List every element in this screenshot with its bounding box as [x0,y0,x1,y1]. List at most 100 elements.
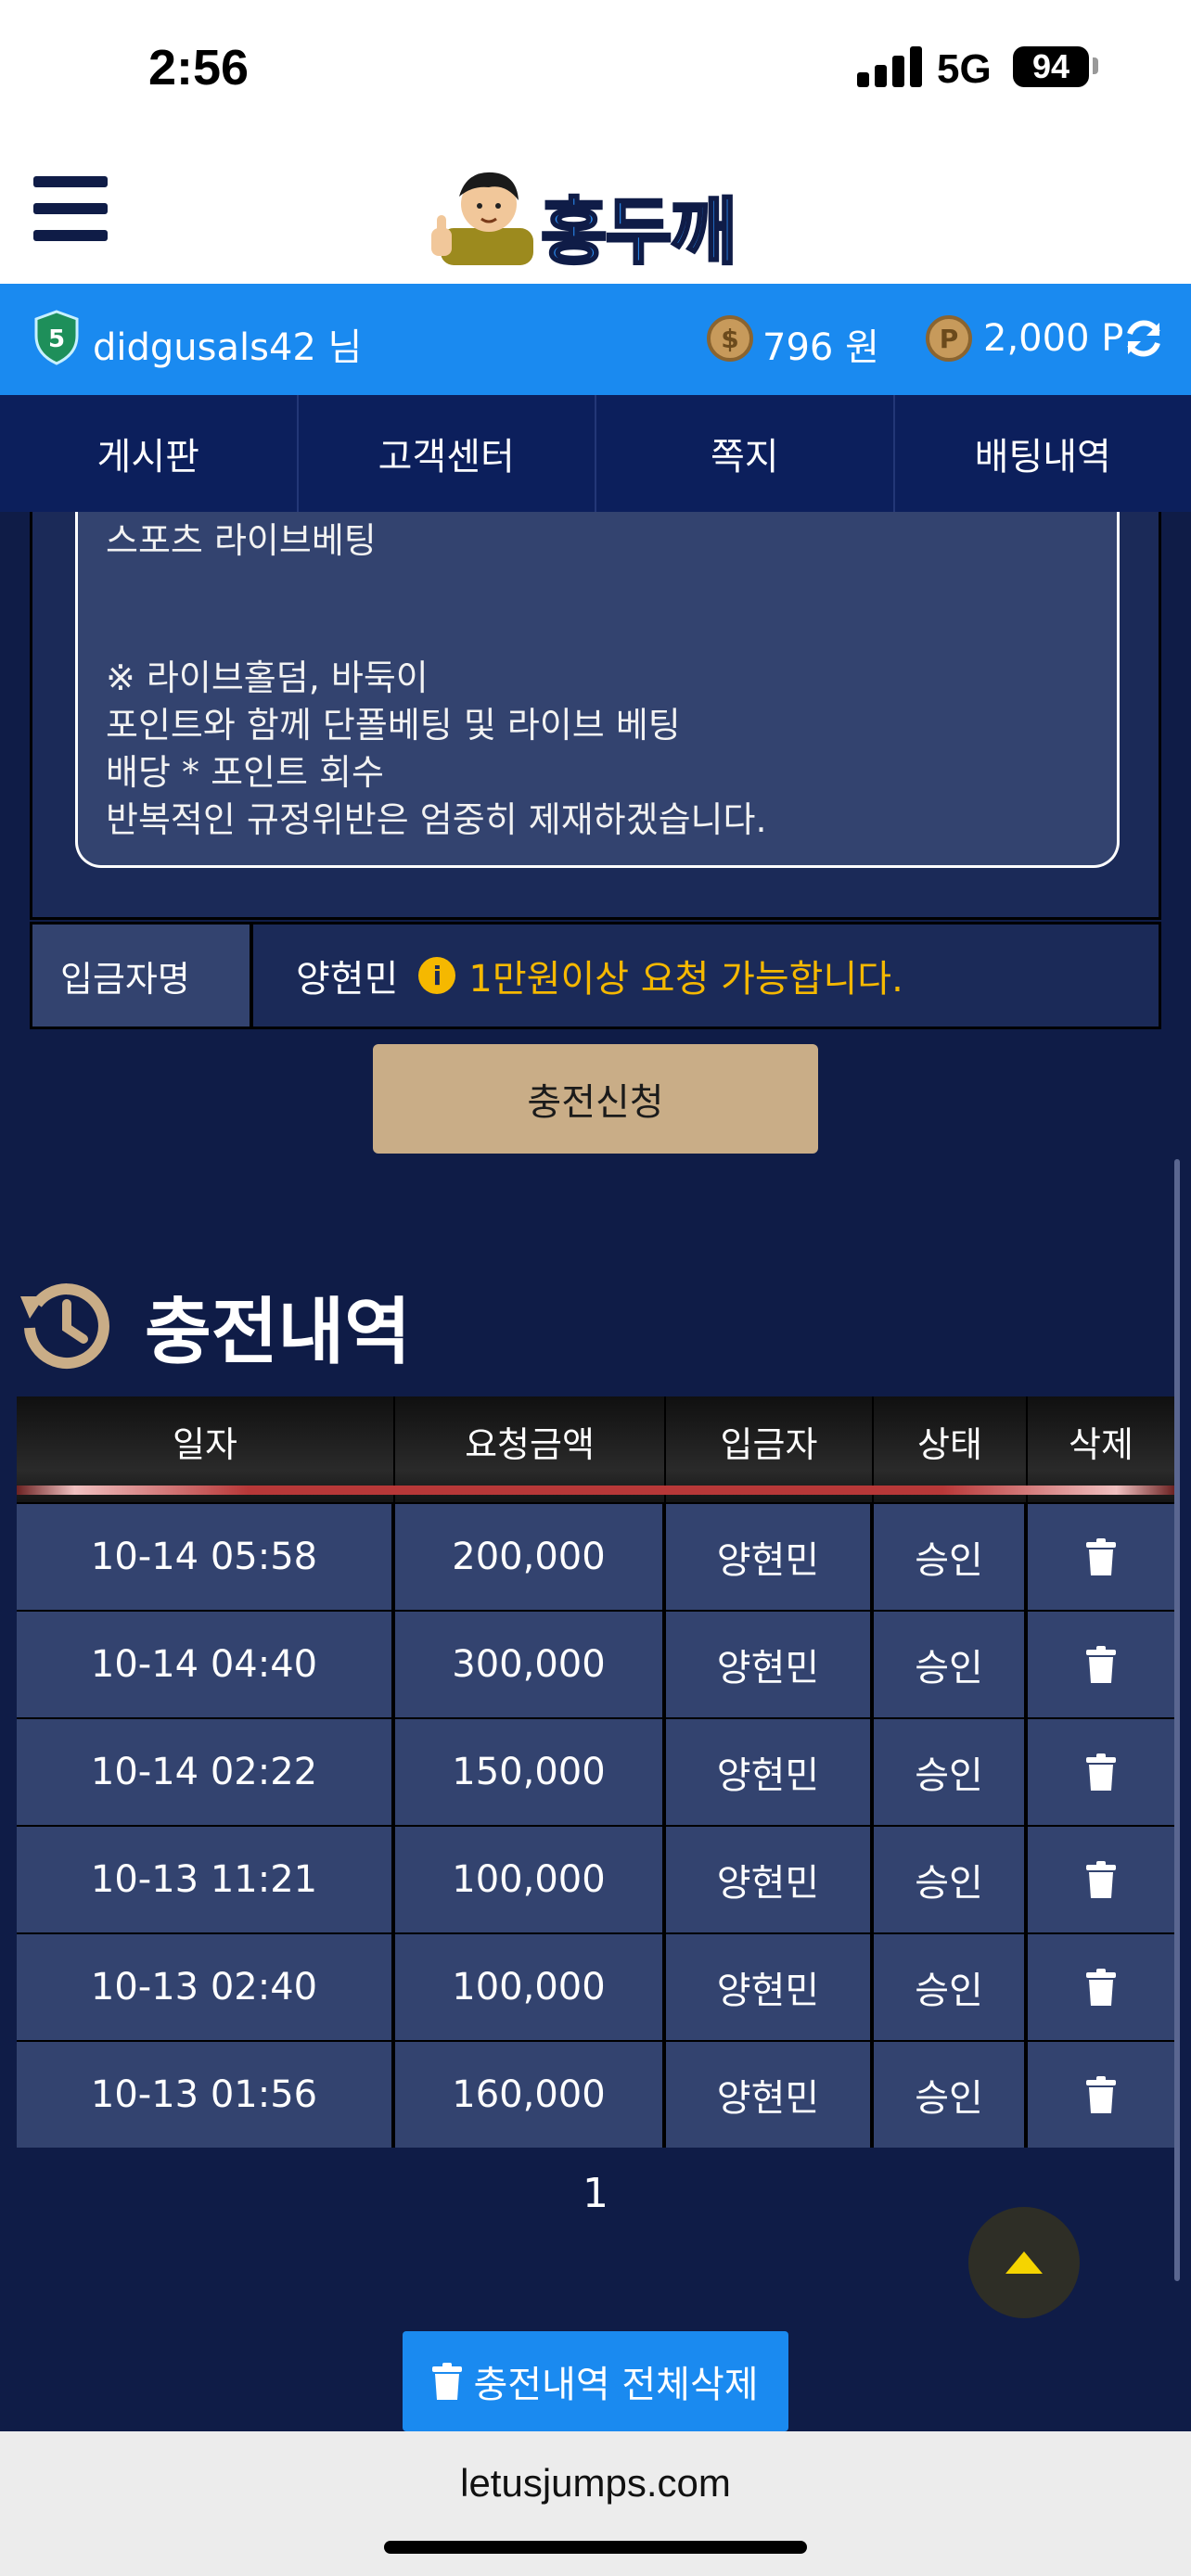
column-header-depositor: 입금자 [666,1396,874,1502]
cell-date: 10-14 05:58 [17,1504,395,1610]
history-title: 충전내역 [145,1291,412,1374]
url-bar[interactable]: letusjumps.com [0,2461,1191,2506]
trash-icon [1086,2076,1116,2113]
delete-row-button[interactable] [1028,1719,1174,1825]
table-row: 10-14 02:22 150,000 양현민 승인 [17,1717,1174,1825]
cell-date: 10-13 01:56 [17,2042,395,2148]
nav-customer-center[interactable]: 고객센터 [299,395,596,512]
battery-icon: 94 [1013,46,1089,87]
main-nav: 게시판 고객센터 쪽지 배팅내역 [0,395,1191,512]
caret-up-icon [1005,2251,1043,2274]
depositor-value: 양현민 i 1만원이상 요청 가능합니다. [253,925,1159,1027]
cell-status: 승인 [874,1504,1028,1610]
notice-box[interactable]: 스포츠 라이브베팅 ※ 라이브홀덤, 바둑이 포인트와 함께 단폴베팅 및 라이… [75,512,1120,868]
cell-amount: 150,000 [395,1719,666,1825]
delete-all-label: 충전내역 전체삭제 [473,2364,759,2406]
cell-status: 승인 [874,1827,1028,1932]
notice-panel: 스포츠 라이브베팅 ※ 라이브홀덤, 바둑이 포인트와 함께 단폴베팅 및 라이… [30,512,1161,920]
cell-depositor: 양현민 [666,1719,874,1825]
money-coin-icon: $ [707,315,753,362]
column-header-status: 상태 [874,1396,1028,1502]
point-coin-icon: P [926,315,972,362]
nav-betting-history[interactable]: 배팅내역 [895,395,1191,512]
delete-row-button[interactable] [1028,1934,1174,2040]
depositor-name: 양현민 [296,958,399,1001]
trash-icon [1086,1538,1116,1575]
table-row: 10-14 04:40 300,000 양현민 승인 [17,1610,1174,1717]
pagination-page-1[interactable]: 1 [575,2170,616,2217]
nav-board[interactable]: 게시판 [0,395,299,512]
charge-history-table: 일자 요청금액 입금자 상태 삭제 10-14 05:58 200,000 양현민 승… [17,1396,1174,2148]
network-label: 5G [937,46,992,92]
column-header-delete: 삭제 [1069,1423,1133,1465]
delete-row-button[interactable] [1028,1827,1174,1932]
table-header: 일자 요청금액 입금자 상태 삭제 [17,1396,1174,1502]
cell-depositor: 양현민 [666,1612,874,1717]
delete-all-history-button[interactable]: 충전내역 전체삭제 [403,2331,788,2431]
cell-date: 10-13 11:21 [17,1827,395,1932]
charge-request-button[interactable]: 충전신청 [373,1044,818,1154]
cell-depositor: 양현민 [666,1934,874,2040]
notice-line: 배당 * 포인트 회수 [106,752,384,793]
delete-row-button[interactable] [1028,1504,1174,1610]
cell-date: 10-13 02:40 [17,1934,395,2040]
site-logo[interactable]: 홍두깨 [431,158,765,276]
notice-line: 반복적인 규정위반은 엄중히 제재하겠습니다. [106,799,767,840]
svg-text:5: 5 [48,325,65,353]
table-row: 10-13 02:40 100,000 양현민 승인 [17,1932,1174,2040]
trash-icon [432,2363,463,2400]
cell-depositor: 양현민 [666,1504,874,1610]
level-shield-icon: 5 [34,310,79,365]
cell-amount: 100,000 [395,1934,666,2040]
deposit-warning: 1만원이상 요청 가능합니다. [468,958,903,1001]
depositor-row: 입금자명 양현민 i 1만원이상 요청 가능합니다. [30,922,1161,1029]
cell-date: 10-14 04:40 [17,1612,395,1717]
history-icon [20,1283,109,1370]
cell-depositor: 양현민 [666,2042,874,2148]
hamburger-menu-icon[interactable] [33,176,108,241]
notice-line: 스포츠 라이브베팅 [106,520,377,561]
delete-row-button[interactable] [1028,1612,1174,1717]
notice-line: 포인트와 함께 단폴베팅 및 라이브 베팅 [106,705,681,746]
page-scrollbar[interactable] [1174,1159,1180,2281]
username: didgusals42 님 [93,326,363,369]
cell-status: 승인 [874,1719,1028,1825]
cell-date: 10-14 02:22 [17,1719,395,1825]
battery-tip [1093,57,1098,74]
table-row: 10-13 01:56 160,000 양현민 승인 [17,2040,1174,2148]
scroll-to-top-button[interactable] [968,2207,1080,2318]
point-balance: 2,000 P [983,317,1124,360]
browser-bottom-bar: letusjumps.com [0,2431,1191,2576]
status-bar: 2:56 5G 94 [0,0,1191,139]
nav-messages[interactable]: 쪽지 [596,395,895,512]
table-row: 10-14 05:58 200,000 양현민 승인 [17,1502,1174,1610]
trash-icon [1086,1969,1116,2006]
delete-row-button[interactable] [1028,2042,1174,2148]
column-header-amount: 요청금액 [395,1396,666,1502]
info-icon: i [418,957,456,994]
mascot-icon [431,172,533,265]
cell-status: 승인 [874,1934,1028,2040]
cell-amount: 160,000 [395,2042,666,2148]
status-time: 2:56 [148,40,250,96]
site-header: 홍두깨 [0,139,1191,284]
cell-status: 승인 [874,1612,1028,1717]
notice-line: ※ 라이브홀덤, 바둑이 [106,657,429,698]
logo-text: 홍두깨 [539,190,737,276]
refresh-icon[interactable] [1122,317,1165,360]
trash-icon [1086,1753,1116,1791]
signal-icon [857,46,922,87]
user-info-bar: 5 didgusals42 님 $ 796 원 P 2,000 P [0,284,1191,395]
money-balance: 796 원 [762,326,879,369]
table-row: 10-13 11:21 100,000 양현민 승인 [17,1825,1174,1932]
home-indicator[interactable] [384,2541,807,2554]
cell-status: 승인 [874,2042,1028,2148]
column-header-date: 일자 [17,1396,395,1502]
cell-amount: 200,000 [395,1504,666,1610]
cell-amount: 300,000 [395,1612,666,1717]
cell-amount: 100,000 [395,1827,666,1932]
depositor-label: 입금자명 [32,925,250,1027]
trash-icon [1086,1646,1116,1683]
cell-depositor: 양현민 [666,1827,874,1932]
trash-icon [1086,1861,1116,1898]
